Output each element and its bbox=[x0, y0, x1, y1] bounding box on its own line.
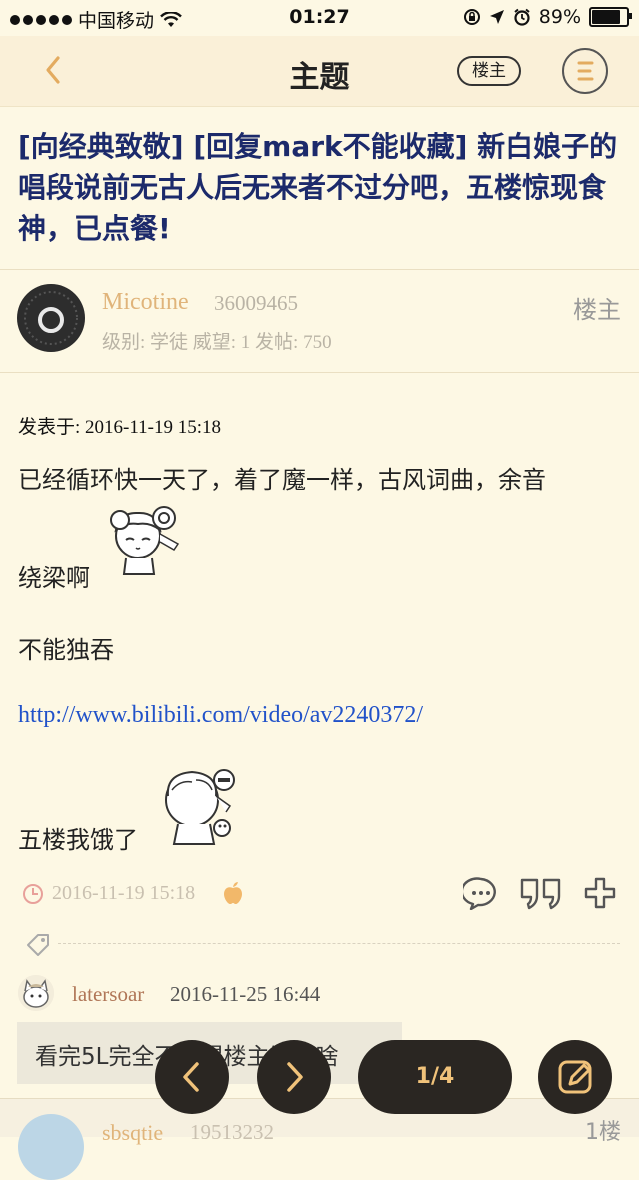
clock-icon bbox=[23, 884, 43, 904]
avatar-image bbox=[18, 285, 84, 351]
post-date: 发表于: 2016-11-19 15:18 bbox=[18, 417, 222, 438]
location-icon bbox=[489, 10, 504, 24]
chevron-right-icon bbox=[287, 1062, 303, 1092]
author-avatar[interactable] bbox=[17, 284, 85, 352]
status-bar: 中国移动 01:27 89% bbox=[0, 0, 639, 36]
author-name[interactable]: Micotine bbox=[102, 289, 189, 316]
menu-icon bbox=[577, 61, 594, 81]
divider bbox=[0, 269, 639, 270]
page-title: 主题 bbox=[289, 60, 350, 95]
page-indicator-button[interactable]: 1/4 bbox=[358, 1040, 512, 1114]
post-link[interactable]: http://www.bilibili.com/video/av2240372/ bbox=[18, 702, 423, 729]
status-right: 89% bbox=[463, 6, 632, 28]
tag-divider bbox=[58, 943, 620, 944]
apple-icon bbox=[224, 882, 242, 904]
next-page-button[interactable] bbox=[257, 1040, 331, 1114]
post-footer-time: 2016-11-19 15:18 bbox=[52, 882, 196, 904]
emoji-sticker-image bbox=[165, 769, 235, 845]
add-button[interactable] bbox=[584, 877, 616, 909]
avatar-image bbox=[18, 975, 54, 1011]
thread-title: [向经典致敬] [回复mark不能收藏] 新白娘子的唱段说前无古人后无来者不过分… bbox=[18, 130, 618, 245]
quote-button[interactable] bbox=[519, 876, 563, 910]
page-indicator-label: 1/4 bbox=[415, 1064, 455, 1089]
compose-reply-button[interactable] bbox=[538, 1040, 612, 1114]
menu-button[interactable] bbox=[562, 48, 608, 94]
nav-bar: 主题 楼主 bbox=[0, 36, 639, 107]
post-text-line: 不能独吞 bbox=[18, 636, 114, 664]
battery-icon bbox=[589, 7, 632, 27]
next-post-author-name[interactable]: sbsqtie bbox=[102, 1120, 163, 1146]
next-post-floor: 1楼 bbox=[585, 1120, 621, 1145]
owner-only-button[interactable]: 楼主 bbox=[457, 56, 521, 86]
comment-time: 2016-11-25 16:44 bbox=[170, 982, 321, 1006]
commenter-avatar[interactable] bbox=[18, 975, 54, 1011]
prev-page-button[interactable] bbox=[155, 1040, 229, 1114]
chevron-left-icon bbox=[183, 1062, 199, 1092]
author-meta: 级别: 学徒 威望: 1 发帖: 750 bbox=[102, 332, 332, 353]
divider bbox=[0, 372, 639, 373]
alarm-icon bbox=[514, 8, 530, 26]
rotation-lock-icon bbox=[463, 9, 480, 25]
next-post-author-uid: 19513232 bbox=[190, 1120, 274, 1144]
commenter-name[interactable]: latersoar bbox=[72, 982, 144, 1007]
battery-percent: 89% bbox=[538, 6, 581, 28]
author-uid: 36009465 bbox=[214, 291, 298, 315]
next-post-avatar[interactable] bbox=[18, 1114, 84, 1180]
tag-icon[interactable] bbox=[24, 931, 52, 957]
post-text-line: 绕梁啊 bbox=[18, 564, 90, 592]
post-text-line: 五楼我饿了 bbox=[18, 826, 138, 854]
comment-button[interactable] bbox=[463, 876, 499, 910]
post-text-line: 已经循环快一天了，着了魔一样，古风词曲，余音 bbox=[18, 466, 546, 494]
emoji-sticker-image bbox=[110, 506, 180, 575]
edit-icon bbox=[558, 1060, 592, 1094]
author-role-label: 楼主 bbox=[573, 296, 621, 324]
